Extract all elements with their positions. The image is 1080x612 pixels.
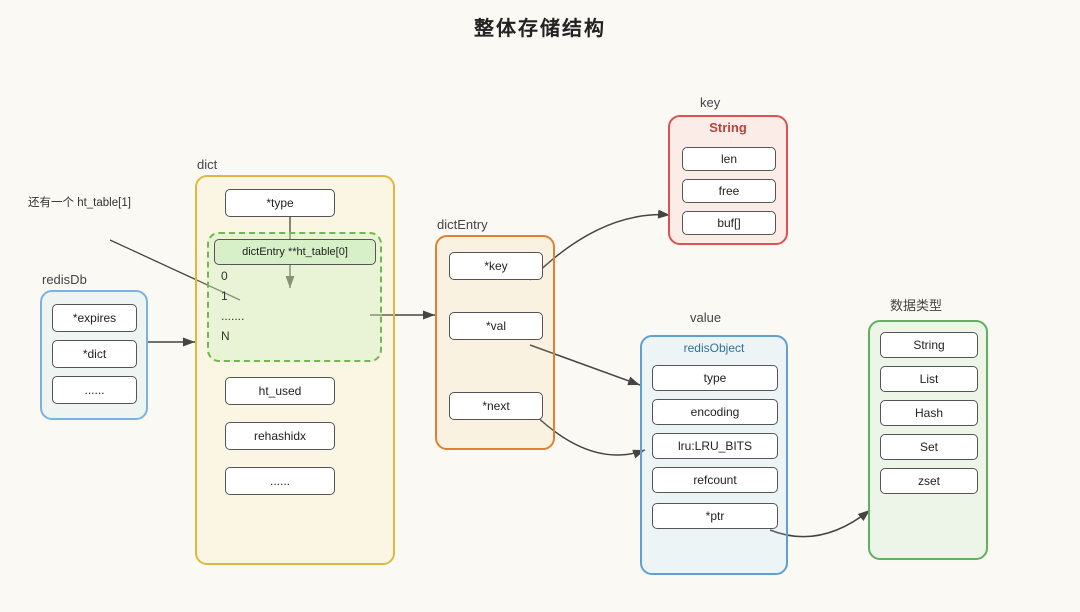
field-rehashidx: rehashidx bbox=[225, 422, 335, 450]
field-free: free bbox=[682, 179, 776, 203]
ht-row-1: 1 bbox=[221, 289, 228, 303]
ht-row-dots: ....... bbox=[221, 309, 244, 323]
value-label: value bbox=[690, 310, 721, 325]
field-dict: *dict bbox=[52, 340, 137, 368]
field-refcount: refcount bbox=[652, 467, 778, 493]
ht-table-group: dictEntry **ht_table[0] 0 1 ....... N bbox=[207, 232, 382, 362]
field-type: *type bbox=[225, 189, 335, 217]
field-dt-list: List bbox=[880, 366, 978, 392]
field-dt-zset: zset bbox=[880, 468, 978, 494]
field-encoding: encoding bbox=[652, 399, 778, 425]
string-key-group: String len free buf[] bbox=[668, 115, 788, 245]
field-httable: dictEntry **ht_table[0] bbox=[214, 239, 376, 265]
field-key: *key bbox=[449, 252, 543, 280]
field-dt-set: Set bbox=[880, 434, 978, 460]
redisdb-group: redisDb *expires *dict ...... bbox=[40, 290, 148, 420]
string-key-title: String bbox=[670, 116, 786, 135]
redisobject-title: redisObject bbox=[642, 341, 786, 355]
ht-row-0: 0 bbox=[221, 269, 228, 283]
field-ptr: *ptr bbox=[652, 503, 778, 529]
field-len: len bbox=[682, 147, 776, 171]
field-ro-type: type bbox=[652, 365, 778, 391]
field-expires: *expires bbox=[52, 304, 137, 332]
field-dotdot1: ...... bbox=[52, 376, 137, 404]
note-text: 还有一个 ht_table[1] bbox=[28, 195, 131, 212]
redisobject-group: redisObject type encoding lru:LRU_BITS r… bbox=[640, 335, 788, 575]
datatype-label: 数据类型 bbox=[890, 295, 942, 314]
field-dt-string: String bbox=[880, 332, 978, 358]
field-lru: lru:LRU_BITS bbox=[652, 433, 778, 459]
field-buf: buf[] bbox=[682, 211, 776, 235]
redisdb-label: redisDb bbox=[42, 272, 87, 287]
datatype-group: String List Hash Set zset bbox=[868, 320, 988, 560]
dictentry-label: dictEntry bbox=[437, 217, 488, 232]
field-dict-dots: ...... bbox=[225, 467, 335, 495]
key-label: key bbox=[700, 95, 720, 110]
field-val: *val bbox=[449, 312, 543, 340]
page-title: 整体存储结构 bbox=[0, 0, 1080, 41]
field-htused: ht_used bbox=[225, 377, 335, 405]
ht-row-n: N bbox=[221, 329, 230, 343]
dict-label: dict bbox=[197, 157, 217, 172]
dictentry-group: dictEntry *key *val *next bbox=[435, 235, 555, 450]
field-dt-hash: Hash bbox=[880, 400, 978, 426]
field-next: *next bbox=[449, 392, 543, 420]
dict-group: dict *type dictEntry **ht_table[0] 0 1 .… bbox=[195, 175, 395, 565]
